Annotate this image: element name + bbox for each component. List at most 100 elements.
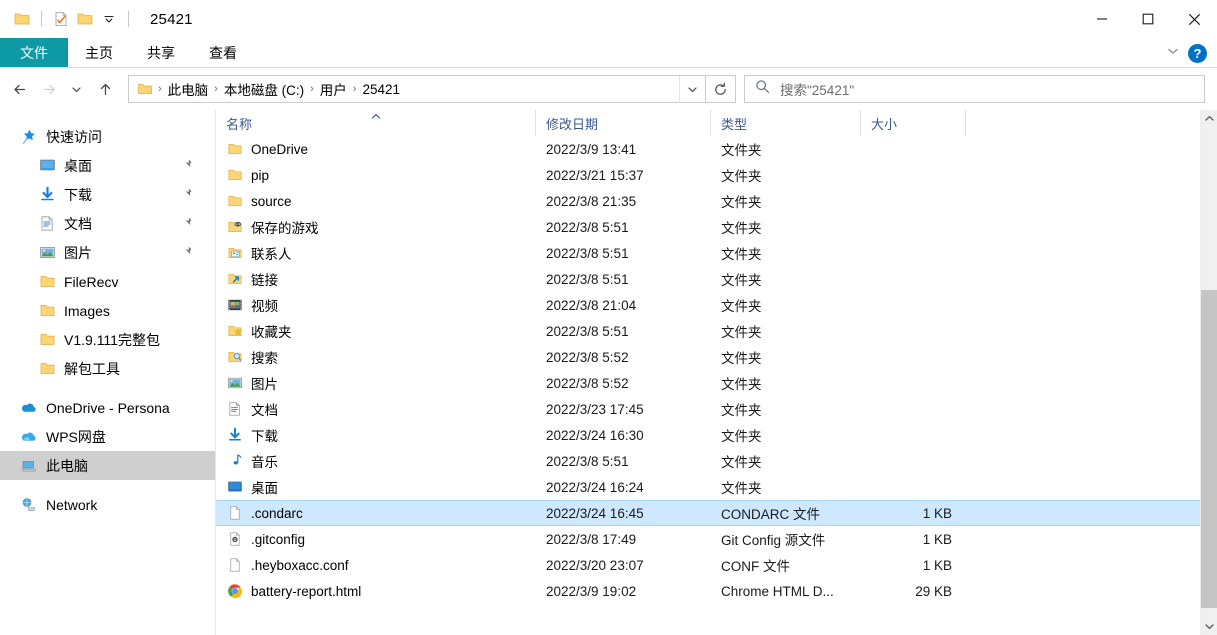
table-row[interactable]: .heyboxacc.conf 2022/3/20 23:07 CONF 文件 …	[216, 552, 1217, 578]
sidebar-item-pictures[interactable]: 图片	[0, 238, 215, 267]
qat-folder-icon[interactable]	[10, 7, 34, 31]
tab-share[interactable]: 共享	[130, 38, 192, 67]
sidebar-item-desktop[interactable]: 桌面	[0, 151, 215, 180]
search-box[interactable]: 搜索"25421"	[744, 75, 1205, 103]
window-title: 25421	[150, 10, 193, 28]
sidebar-item-filerecv[interactable]: FileRecv	[0, 267, 215, 296]
sidebar-item-documents[interactable]: 文档	[0, 209, 215, 238]
table-row[interactable]: 桌面 2022/3/24 16:24 文件夹	[216, 474, 1217, 500]
search-input[interactable]: 搜索"25421"	[780, 79, 854, 99]
table-row[interactable]: .condarc 2022/3/24 16:45 CONDARC 文件 1 KB	[216, 500, 1217, 526]
vertical-scrollbar[interactable]	[1200, 110, 1217, 635]
table-row[interactable]: 文档 2022/3/23 17:45 文件夹	[216, 396, 1217, 422]
pin-icon-documents[interactable]	[180, 216, 193, 232]
up-button[interactable]	[90, 74, 120, 104]
cell-type: 文件夹	[721, 377, 762, 392]
minimize-button[interactable]	[1079, 0, 1125, 38]
cell-type: CONDARC 文件	[721, 507, 821, 522]
pin-icon-downloads[interactable]	[180, 187, 193, 203]
folder-icon	[36, 302, 58, 319]
file-rows: OneDrive 2022/3/9 13:41 文件夹 pip 2022/3/2…	[216, 136, 1217, 635]
address-bar[interactable]: › 此电脑 › 本地磁盘 (C:) › 用户 › 25421	[128, 75, 706, 103]
cell-date: 2022/3/8 5:51	[546, 245, 629, 261]
table-row[interactable]: .gitconfig 2022/3/8 17:49 Git Config 源文件…	[216, 526, 1217, 552]
ribbon-tab-bar: 文件 主页 共享 查看 ?	[0, 38, 1217, 68]
sidebar-item-v19111[interactable]: V1.9.111完整包	[0, 325, 215, 354]
qat-properties-icon[interactable]	[49, 7, 73, 31]
tab-home[interactable]: 主页	[68, 38, 130, 67]
table-row[interactable]: battery-report.html 2022/3/9 19:02 Chrom…	[216, 578, 1217, 604]
maximize-button[interactable]	[1125, 0, 1171, 38]
refresh-button[interactable]	[706, 75, 736, 103]
sidebar-item-onedrive[interactable]: OneDrive - Persona	[0, 393, 215, 422]
close-button[interactable]	[1171, 0, 1217, 38]
scrollbar-track[interactable]	[1201, 127, 1217, 618]
desktop-icon	[226, 479, 243, 496]
tab-file[interactable]: 文件	[0, 38, 68, 67]
wps-cloud-icon	[18, 428, 40, 446]
file-name: battery-report.html	[251, 583, 362, 599]
column-header-type[interactable]: 类型	[711, 110, 861, 136]
network-icon	[18, 496, 40, 514]
cell-date: 2022/3/8 5:52	[546, 349, 629, 365]
forward-button[interactable]	[34, 74, 62, 104]
column-header-size[interactable]: 大小	[861, 110, 966, 136]
cell-name: pip	[216, 167, 536, 184]
sidebar-item-unpack-tool[interactable]: 解包工具	[0, 354, 215, 383]
sidebar-item-downloads[interactable]: 下载	[0, 180, 215, 209]
address-dropdown-chevron-icon[interactable]	[679, 76, 705, 102]
file-name: 桌面	[251, 481, 278, 496]
cell-size: 29 KB	[915, 583, 952, 599]
sidebar-item-label-v19111: V1.9.111完整包	[64, 331, 160, 348]
cell-name: battery-report.html	[216, 583, 536, 600]
cell-type: 文件夹	[721, 325, 762, 340]
cell-date: 2022/3/24 16:45	[546, 505, 644, 521]
qat-new-folder-icon[interactable]	[73, 7, 97, 31]
sidebar-group-label-quick-access: 快速访问	[46, 128, 102, 145]
sidebar-item-wps-cloud[interactable]: WPS网盘	[0, 422, 215, 451]
breadcrumb-item-local-disk[interactable]: 本地磁盘 (C:)	[219, 79, 309, 99]
star-pin-icon	[18, 128, 40, 145]
cell-date: 2022/3/21 15:37	[546, 167, 644, 183]
table-row[interactable]: 音乐 2022/3/8 5:51 文件夹	[216, 448, 1217, 474]
table-row[interactable]: OneDrive 2022/3/9 13:41 文件夹	[216, 136, 1217, 162]
tab-view[interactable]: 查看	[192, 38, 254, 67]
sidebar-item-images[interactable]: Images	[0, 296, 215, 325]
scrollbar-thumb[interactable]	[1201, 290, 1217, 608]
table-row[interactable]: 保存的游戏 2022/3/8 5:51 文件夹	[216, 214, 1217, 240]
breadcrumb-item-users[interactable]: 用户	[315, 79, 352, 99]
sidebar-item-network[interactable]: Network	[0, 490, 215, 519]
pin-icon-desktop[interactable]	[180, 158, 193, 174]
table-row[interactable]: source 2022/3/8 21:35 文件夹	[216, 188, 1217, 214]
help-button[interactable]: ?	[1188, 43, 1207, 63]
scroll-up-arrow-icon[interactable]	[1201, 110, 1217, 127]
cell-date: 2022/3/23 17:45	[546, 401, 644, 417]
back-button[interactable]	[6, 74, 34, 104]
qat-chevron-down-icon[interactable]	[97, 7, 121, 31]
sidebar-group-quick-access[interactable]: 快速访问	[0, 122, 215, 151]
cell-name: 联系人	[216, 243, 536, 263]
table-row[interactable]: pip 2022/3/21 15:37 文件夹	[216, 162, 1217, 188]
column-header-label-size: 大小	[871, 116, 898, 132]
expand-ribbon-chevron-icon[interactable]	[1166, 44, 1180, 63]
breadcrumb-folder-icon	[137, 81, 157, 97]
navigation-bar: › 此电脑 › 本地磁盘 (C:) › 用户 › 25421 搜索"25421"	[0, 68, 1217, 110]
table-row[interactable]: 收藏夹 2022/3/8 5:51 文件夹	[216, 318, 1217, 344]
breadcrumb-item-25421[interactable]: 25421	[357, 82, 405, 97]
table-row[interactable]: 链接 2022/3/8 5:51 文件夹	[216, 266, 1217, 292]
searches-icon	[226, 349, 243, 366]
breadcrumb-item-this-pc[interactable]: 此电脑	[163, 79, 214, 99]
table-row[interactable]: 联系人 2022/3/8 5:51 文件夹	[216, 240, 1217, 266]
recent-locations-button[interactable]	[62, 74, 90, 104]
column-header-name[interactable]: 名称	[216, 110, 536, 136]
table-row[interactable]: 图片 2022/3/8 5:52 文件夹	[216, 370, 1217, 396]
cell-date: 2022/3/8 5:51	[546, 453, 629, 469]
pin-icon-pictures[interactable]	[180, 245, 193, 261]
sidebar-item-this-pc[interactable]: 此电脑	[0, 451, 215, 480]
table-row[interactable]: 搜索 2022/3/8 5:52 文件夹	[216, 344, 1217, 370]
qat-separator-2	[128, 11, 129, 27]
scroll-down-arrow-icon[interactable]	[1201, 618, 1217, 635]
column-header-date[interactable]: 修改日期	[536, 110, 711, 136]
table-row[interactable]: 视频 2022/3/8 21:04 文件夹	[216, 292, 1217, 318]
table-row[interactable]: 下载 2022/3/24 16:30 文件夹	[216, 422, 1217, 448]
